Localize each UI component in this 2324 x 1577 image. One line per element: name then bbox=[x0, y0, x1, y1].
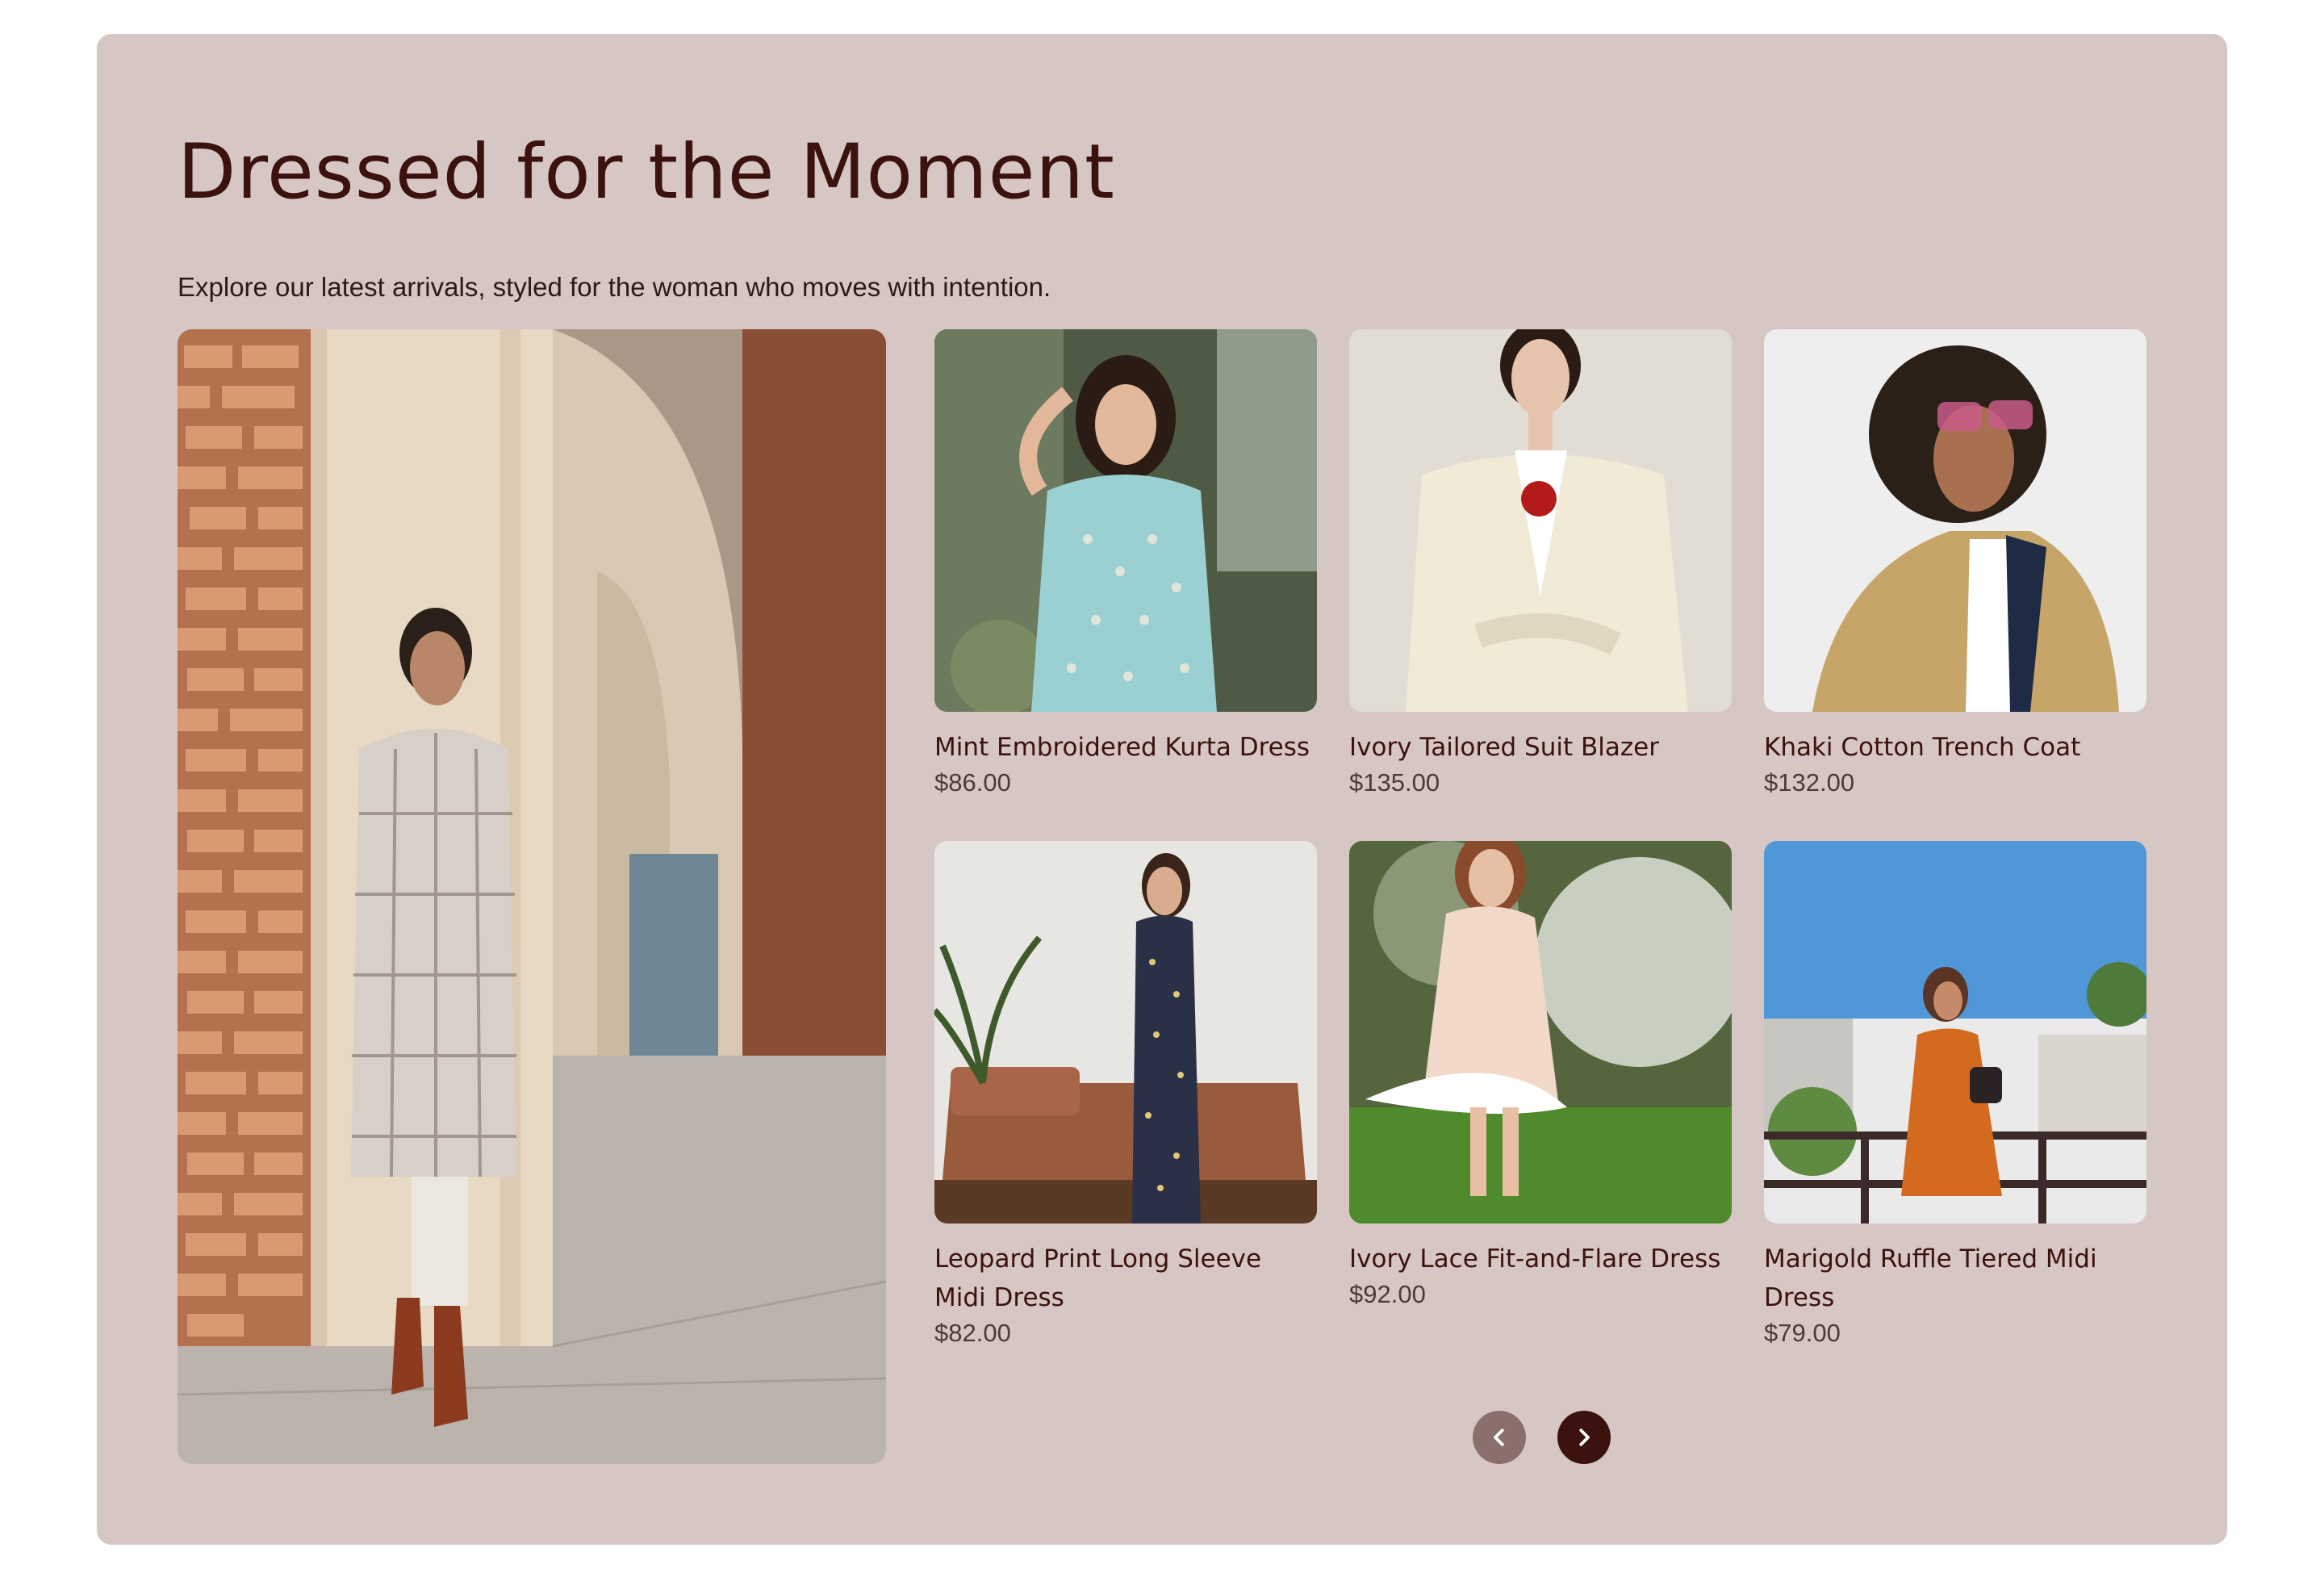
product-name[interactable]: Mint Embroidered Kurta Dress bbox=[934, 728, 1317, 767]
product-card[interactable]: Khaki Cotton Trench Coat $132.00 bbox=[1764, 329, 2146, 797]
product-image[interactable] bbox=[1349, 841, 1732, 1224]
product-image[interactable] bbox=[1764, 841, 2146, 1224]
product-image[interactable] bbox=[1349, 329, 1732, 712]
product-price: $92.00 bbox=[1349, 1280, 1426, 1308]
product-card[interactable]: Marigold Ruffle Tiered Midi Dress $79.00 bbox=[1764, 841, 2146, 1348]
product-price: $79.00 bbox=[1764, 1319, 1841, 1347]
product-price: $132.00 bbox=[1764, 768, 1855, 797]
product-image[interactable] bbox=[934, 329, 1317, 712]
product-price: $82.00 bbox=[934, 1319, 1011, 1347]
product-name[interactable]: Ivory Lace Fit-and-Flare Dress bbox=[1349, 1240, 1732, 1278]
carousel-next-button[interactable] bbox=[1557, 1411, 1611, 1464]
section-title: Dressed for the Moment bbox=[178, 128, 1115, 216]
carousel-prev-button[interactable] bbox=[1473, 1411, 1526, 1464]
product-name[interactable]: Marigold Ruffle Tiered Midi Dress bbox=[1764, 1240, 2146, 1317]
chevron-left-icon bbox=[1494, 1429, 1504, 1446]
product-name[interactable]: Khaki Cotton Trench Coat bbox=[1764, 728, 2146, 767]
chevron-right-icon bbox=[1579, 1429, 1590, 1446]
product-name[interactable]: Leopard Print Long Sleeve Midi Dress bbox=[934, 1240, 1317, 1317]
product-price: $86.00 bbox=[934, 768, 1011, 797]
product-card[interactable]: Ivory Tailored Suit Blazer $135.00 bbox=[1349, 329, 1732, 797]
product-price: $135.00 bbox=[1349, 768, 1440, 797]
product-card[interactable]: Ivory Lace Fit-and-Flare Dress $92.00 bbox=[1349, 841, 1732, 1309]
product-name[interactable]: Ivory Tailored Suit Blazer bbox=[1349, 728, 1732, 767]
hero-image[interactable] bbox=[178, 329, 886, 1464]
product-card[interactable]: Leopard Print Long Sleeve Midi Dress $82… bbox=[934, 841, 1317, 1348]
product-image[interactable] bbox=[934, 841, 1317, 1224]
product-card[interactable]: Mint Embroidered Kurta Dress $86.00 bbox=[934, 329, 1317, 797]
section-subtitle: Explore our latest arrivals, styled for … bbox=[178, 272, 1051, 302]
product-image[interactable] bbox=[1764, 329, 2146, 712]
new-arrivals-section: Dressed for the Moment Explore our lates… bbox=[97, 34, 2227, 1545]
